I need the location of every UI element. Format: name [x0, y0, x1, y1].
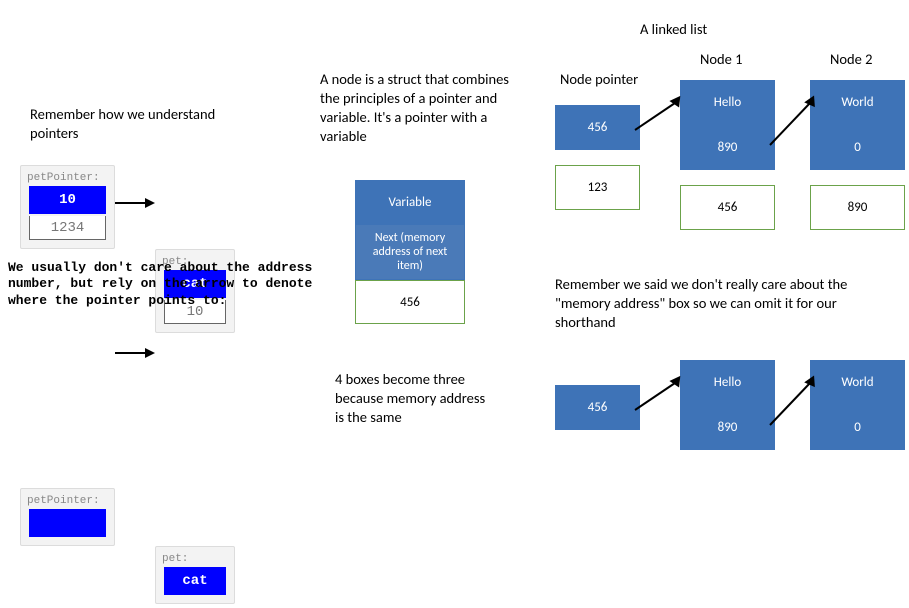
card-value-top: cat: [164, 567, 226, 595]
arrow-icon: [635, 375, 685, 415]
n2-next: 0: [810, 125, 905, 170]
card-petpointer-1: petPointer: 10 1234: [20, 165, 115, 249]
node-variable-box: Variable: [355, 180, 465, 224]
card-label: petPointer:: [27, 172, 108, 184]
card-value-bottom: 1234: [29, 216, 106, 240]
mono-note: We usually don't care about the address …: [8, 260, 318, 309]
card-label: petPointer:: [27, 495, 108, 507]
s-n2-next: 0: [810, 405, 905, 450]
n1-next: 890: [680, 125, 775, 170]
col-header-n1: Node 1: [700, 50, 742, 69]
np-address: 123: [555, 165, 640, 210]
mid-heading: A node is a struct that combines the pri…: [320, 70, 530, 145]
node-address-box: 456: [355, 280, 465, 324]
s-n1-next: 890: [680, 405, 775, 450]
arrow-icon: [115, 195, 155, 211]
node-struct-diagram: Variable Next (memory address of next it…: [355, 180, 465, 324]
card-pet-2: pet: cat: [155, 546, 235, 604]
n2-address: 890: [810, 185, 905, 230]
n1-value: Hello: [680, 80, 775, 125]
arrow-icon: [635, 95, 685, 135]
linked-list-title: A linked list: [640, 20, 760, 39]
left-heading: Remember how we understand pointers: [30, 105, 250, 143]
card-value-top: [29, 509, 106, 537]
s-np: 456: [555, 385, 640, 430]
arrow-icon: [115, 345, 155, 361]
col-header-np: Node pointer: [560, 70, 638, 89]
card-value-top: 10: [29, 186, 106, 214]
mid-footer: 4 boxes become three because memory addr…: [335, 370, 495, 427]
np-value: 456: [555, 105, 640, 150]
col-header-n2: Node 2: [830, 50, 872, 69]
n2-value: World: [810, 80, 905, 125]
n1-address: 456: [680, 185, 775, 230]
shorthand-note: Remember we said we don't really care ab…: [555, 275, 875, 332]
card-petpointer-2: petPointer:: [20, 488, 115, 546]
node-next-box: Next (memory address of next item): [355, 224, 465, 280]
s-n1-value: Hello: [680, 360, 775, 405]
s-n2-value: World: [810, 360, 905, 405]
card-label: pet:: [162, 553, 228, 565]
